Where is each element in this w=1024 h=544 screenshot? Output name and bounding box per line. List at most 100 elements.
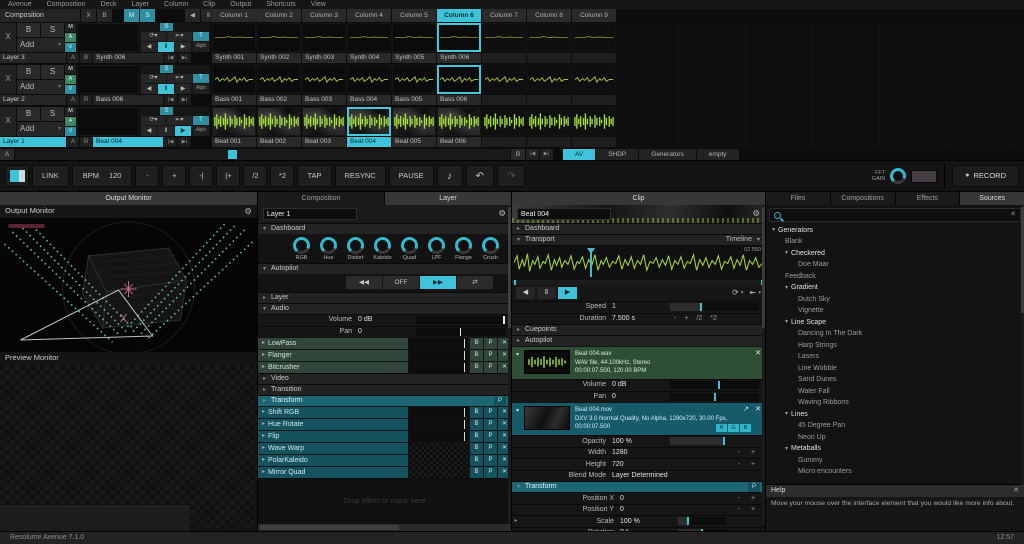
effect-bypass-button[interactable]: B <box>470 407 483 418</box>
menu-item[interactable]: Layer <box>132 1 150 9</box>
layer-crossfade-b-button[interactable]: B <box>80 53 92 63</box>
clip-name[interactable]: Synth 006 <box>437 53 481 63</box>
tempo-button[interactable]: -| <box>189 165 213 187</box>
layer-blend-dropdown[interactable]: Add ▾ <box>17 38 64 52</box>
effect-pause-button[interactable]: P <box>484 350 497 361</box>
tempo-button[interactable]: - <box>135 165 159 187</box>
effect-slider[interactable] <box>409 467 468 478</box>
effect-row[interactable]: ▸Flip B P ✕ <box>258 431 511 442</box>
channel-button[interactable]: R <box>716 424 727 432</box>
menu-item[interactable]: Composition <box>47 1 86 9</box>
clip-cell[interactable] <box>572 23 616 63</box>
layer-solo-button[interactable]: S <box>41 65 64 79</box>
duration-button[interactable]: /2 <box>696 315 702 323</box>
clip-cell[interactable]: Beat 006 <box>437 107 481 147</box>
effect-bypass-button[interactable]: B <box>470 443 483 454</box>
deck-prev-icon[interactable]: |◀ <box>526 149 539 160</box>
menu-item[interactable]: Shortcuts <box>266 1 296 9</box>
clip-cell[interactable]: Beat 005 <box>392 107 436 147</box>
menu-item[interactable]: Clip <box>203 1 215 9</box>
section-transport[interactable]: ▾Transport Timeline▾ <box>512 234 765 245</box>
layer-bypass-button[interactable]: B <box>17 107 40 121</box>
layer-pause-button[interactable]: Ⅱ <box>158 126 174 136</box>
tree-item[interactable]: ▾ Line Wobble <box>766 363 1024 375</box>
crossfader-a-label[interactable]: A <box>0 149 14 160</box>
clip-name-field[interactable] <box>517 208 611 220</box>
tree-item[interactable]: ▾ Gummy <box>766 455 1024 467</box>
layer-prev-clip-button[interactable]: |◀ <box>164 53 177 63</box>
clip-cell[interactable]: Synth 003 <box>302 23 346 63</box>
clip-name[interactable]: Bass 003 <box>302 95 346 105</box>
tree-item[interactable]: ▾ Vignette <box>766 306 1024 318</box>
param-slider[interactable] <box>678 517 726 525</box>
section-transition[interactable]: ▸Transition <box>258 384 511 395</box>
layer-x-button[interactable]: X <box>0 23 16 52</box>
clip-thumbnail[interactable] <box>347 23 391 52</box>
knob-dial[interactable] <box>320 237 337 254</box>
vertical-scrollbar[interactable] <box>762 205 765 524</box>
clip-name[interactable]: Beat 003 <box>302 137 346 147</box>
autopilot-button[interactable]: ◀◀ <box>346 276 382 289</box>
column-header[interactable]: Column 8 <box>527 9 571 22</box>
section-transform[interactable]: ▸TransformP <box>258 395 511 406</box>
clip-name[interactable]: Beat 005 <box>392 137 436 147</box>
effect-pause-button[interactable]: P <box>484 455 497 466</box>
section-audio[interactable]: ▾Audio <box>258 303 511 314</box>
dashboard-knob[interactable]: Quad <box>396 237 423 261</box>
effect-pause-button[interactable]: P <box>484 467 497 478</box>
layer-crossfade-a-button[interactable]: A <box>67 137 79 147</box>
clip-name[interactable]: Synth 004 <box>347 53 391 63</box>
layer-speed-button[interactable]: S <box>160 23 173 31</box>
layer-audio-button[interactable]: A <box>65 33 76 42</box>
clip-name[interactable]: Beat 002 <box>257 137 301 147</box>
clip-thumbnail[interactable] <box>257 65 301 94</box>
clip-cell[interactable] <box>527 23 571 63</box>
clip-name[interactable] <box>572 137 616 147</box>
dashboard-knob[interactable]: LPF <box>423 237 450 261</box>
scrub-bar[interactable] <box>512 280 765 285</box>
clip-cell[interactable] <box>482 107 526 147</box>
layer-crossfade-a-button[interactable]: A <box>67 95 79 105</box>
gear-icon[interactable]: ⚙ <box>498 209 506 218</box>
duration-button[interactable]: + <box>684 315 688 323</box>
clip-cell[interactable]: Beat 003 <box>302 107 346 147</box>
clip-name[interactable]: Synth 001 <box>212 53 256 63</box>
clip-thumbnail[interactable] <box>572 107 616 136</box>
layer-active-clip-thumbnail[interactable] <box>77 107 139 136</box>
tempo-button[interactable]: /2 <box>243 165 267 187</box>
autopilot-button[interactable]: OFF <box>383 276 419 289</box>
clip-name[interactable] <box>572 95 616 105</box>
knob-dial[interactable] <box>347 237 364 254</box>
increment-button[interactable]: + <box>746 506 760 514</box>
clip-name[interactable] <box>482 53 526 63</box>
column-header[interactable]: Column 7 <box>482 9 526 22</box>
layer-mask-button[interactable]: M <box>65 23 76 32</box>
clip-thumbnail[interactable] <box>257 107 301 136</box>
effect-slider[interactable] <box>409 431 468 442</box>
effect-bypass-button[interactable]: B <box>470 338 483 349</box>
clip-thumbnail[interactable] <box>302 65 346 94</box>
layer-play-button[interactable]: ▶ <box>175 84 191 94</box>
section-dashboard[interactable]: ▸Dashboard <box>512 223 765 234</box>
tap-button[interactable]: TAP <box>297 165 331 187</box>
column-header[interactable]: Column 2 <box>257 9 301 22</box>
effect-slider[interactable] <box>409 407 468 418</box>
menu-item[interactable]: Column <box>164 1 188 9</box>
section-autopilot[interactable]: ▾Autopilot <box>258 263 511 274</box>
column-header[interactable]: Column 4 <box>347 9 391 22</box>
layer-pause-button[interactable]: Ⅱ <box>158 42 174 52</box>
deck-tab[interactable]: empty <box>697 149 739 160</box>
clip-cell[interactable]: Synth 006 <box>437 23 481 63</box>
layer-prev-clip-button[interactable]: |◀ <box>164 95 177 105</box>
deck-tab[interactable]: SHDP <box>596 149 638 160</box>
clip-thumbnail[interactable] <box>437 23 481 52</box>
link-button[interactable]: LINK <box>32 165 69 187</box>
close-icon[interactable]: ✕ <box>755 350 761 358</box>
close-icon[interactable]: ✕ <box>1013 487 1019 495</box>
clip-cell[interactable]: Beat 001 <box>212 107 256 147</box>
clip-thumbnail[interactable] <box>302 107 346 136</box>
effect-row[interactable]: ▸Wave Warp B P ✕ <box>258 443 511 454</box>
tree-item[interactable]: ▾ Doe Maar <box>766 260 1024 272</box>
clip-thumbnail[interactable] <box>482 65 526 94</box>
effect-bypass-button[interactable]: B <box>470 431 483 442</box>
